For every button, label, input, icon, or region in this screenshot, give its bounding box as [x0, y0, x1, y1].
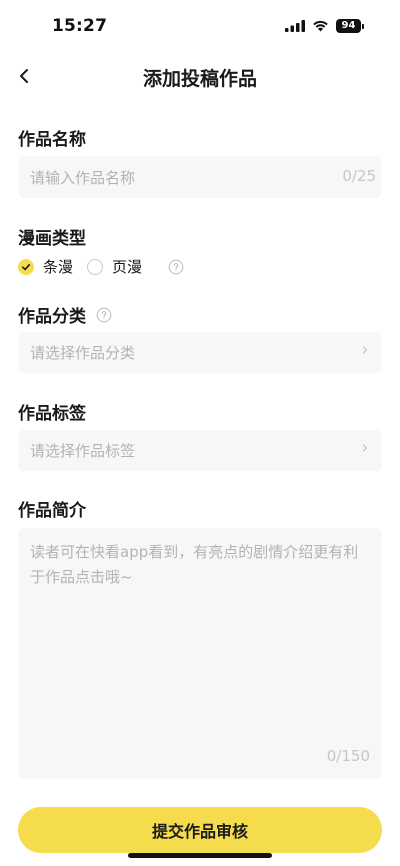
status-icons: 94 [285, 19, 364, 33]
nav-bar: 添加投稿作品 [0, 56, 400, 96]
work-name-counter: 0/25 [342, 167, 376, 185]
help-icon[interactable] [96, 307, 112, 323]
intro-textarea[interactable]: 读者可在快看app看到，有亮点的剧情介绍更有利于作品点击哦~ 0/150 [18, 528, 382, 779]
radio-unchecked-icon [87, 258, 104, 275]
submit-review-button[interactable]: 提交作品审核 [18, 807, 382, 853]
intro-counter: 0/150 [326, 747, 370, 765]
radio-label: 条漫 [43, 258, 74, 276]
status-time: 15:27 [52, 16, 108, 36]
comic-type-radio-group: 条漫 页漫 [18, 256, 184, 277]
tags-select[interactable]: 请选择作品标签 [18, 430, 382, 471]
battery-level: 94 [336, 19, 361, 33]
help-icon[interactable] [168, 259, 184, 275]
page-title: 添加投稿作品 [142, 68, 257, 90]
chevron-right-icon [362, 444, 368, 452]
tags-label: 作品标签 [18, 404, 86, 424]
intro-placeholder: 读者可在快看app看到，有亮点的剧情介绍更有利于作品点击哦~ [30, 543, 359, 586]
status-bar: 15:27 94 [0, 0, 400, 48]
intro-label: 作品简介 [18, 501, 86, 521]
category-placeholder: 请选择作品分类 [30, 344, 136, 362]
check-icon [22, 263, 31, 270]
comic-type-label: 漫画类型 [18, 229, 86, 249]
category-select[interactable]: 请选择作品分类 [18, 332, 382, 373]
work-name-label: 作品名称 [18, 130, 86, 150]
tags-placeholder: 请选择作品标签 [30, 442, 136, 460]
work-name-field[interactable]: 请输入作品名称 0/25 [18, 156, 382, 198]
radio-label: 页漫 [112, 258, 143, 276]
chevron-right-icon [362, 346, 368, 354]
work-name-input[interactable]: 请输入作品名称 [30, 156, 135, 198]
wifi-icon [313, 20, 328, 32]
battery-icon: 94 [336, 19, 364, 33]
radio-yeman[interactable]: 页漫 [87, 256, 142, 277]
home-indicator [128, 853, 272, 858]
radio-checked-icon [18, 258, 34, 275]
signal-icon [285, 20, 305, 32]
category-label: 作品分类 [18, 302, 112, 327]
radio-tiaoman[interactable]: 条漫 [18, 256, 73, 277]
